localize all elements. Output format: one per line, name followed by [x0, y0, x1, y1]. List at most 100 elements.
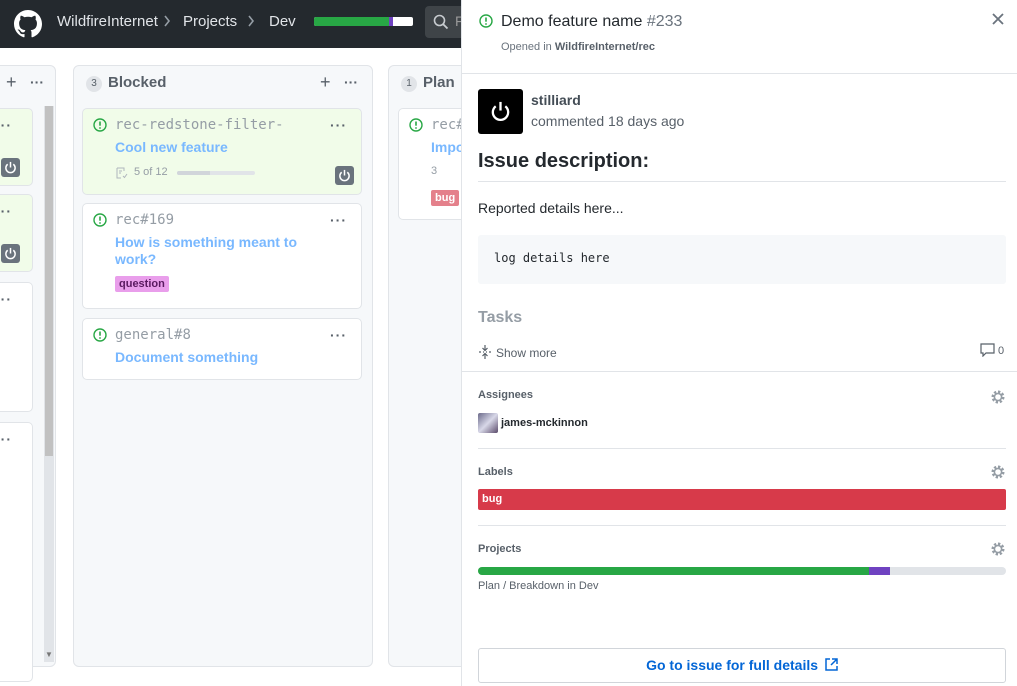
- description-text: Reported details here...: [478, 200, 624, 216]
- close-button[interactable]: [992, 12, 1004, 30]
- code-block: log details here: [478, 235, 1006, 284]
- issue-number: #169: [140, 212, 175, 228]
- project-column: Plan / Breakdown in Dev: [478, 580, 599, 592]
- repo-name: rec-redstone-filter-: [115, 117, 284, 133]
- card-menu-button[interactable]: ···: [330, 212, 347, 228]
- progress-done-segment: [478, 567, 869, 575]
- open-issue-icon: [93, 118, 107, 132]
- external-link-icon: [825, 658, 838, 671]
- task-progress-fill: [177, 171, 210, 175]
- comment-icon: [980, 343, 995, 358]
- card[interactable]: rec-redstone-filter- ··· Cool new featur…: [82, 108, 362, 195]
- label-bug[interactable]: bug: [478, 489, 1006, 510]
- card[interactable]: ···: [0, 422, 33, 682]
- column-title: Blocked: [108, 74, 167, 91]
- add-card-button[interactable]: +: [320, 73, 331, 91]
- progress-done-segment: [314, 17, 390, 26]
- gear-icon[interactable]: [990, 541, 1006, 557]
- scrollbar-thumb[interactable]: [45, 106, 53, 456]
- search-icon: [433, 14, 449, 30]
- divider: [462, 371, 1017, 372]
- gear-icon[interactable]: [990, 389, 1006, 405]
- open-issue-icon: [409, 118, 423, 132]
- assignees-heading: Assignees: [478, 389, 534, 401]
- progress-in-progress-segment: [868, 567, 890, 575]
- assignee-name: james-mckinnon: [501, 416, 588, 429]
- repo-link[interactable]: WildfireInternet/rec: [555, 41, 655, 53]
- task-count: 5 of 12: [134, 166, 168, 178]
- gear-icon[interactable]: [990, 464, 1006, 480]
- show-more-label: Show more: [496, 346, 557, 360]
- chevron-right-icon: [248, 15, 255, 27]
- column-header: 3 Blocked: [86, 74, 166, 92]
- label-bug[interactable]: bug: [431, 190, 460, 206]
- progress-in-progress-segment: [389, 17, 394, 26]
- go-to-issue-button[interactable]: Go to issue for full details: [478, 648, 1006, 683]
- issue-number: #8: [174, 327, 191, 343]
- column-title: Plan: [423, 74, 455, 91]
- issue-title[interactable]: How is something meant to work?: [115, 234, 325, 268]
- breadcrumb-project[interactable]: Dev: [269, 13, 296, 30]
- card[interactable]: rec#169 ··· How is something meant to wo…: [82, 203, 362, 309]
- issue-location: Opened in WildfireInternet/rec: [501, 41, 655, 53]
- card-menu-button[interactable]: ···: [330, 327, 347, 343]
- repo-name: general: [115, 327, 175, 343]
- go-to-issue-label: Go to issue for full details: [646, 657, 819, 673]
- divider: [478, 448, 1006, 449]
- github-logo-icon[interactable]: [14, 10, 42, 38]
- column-count: 3: [86, 76, 102, 92]
- avatar[interactable]: [478, 89, 523, 134]
- column-menu-button[interactable]: ···: [30, 74, 44, 90]
- breadcrumb-projects[interactable]: Projects: [183, 13, 237, 30]
- card[interactable]: general#8 ··· Document something: [82, 318, 362, 380]
- card-menu-button[interactable]: ···: [0, 117, 12, 133]
- issue-detail-panel: Demo feature name #233 Opened in Wildfir…: [461, 0, 1017, 686]
- issue-reference: rec#169: [115, 212, 174, 228]
- app-window: WildfireInternet Projects Dev F + ··· ··…: [0, 0, 1017, 686]
- labels-heading: Labels: [478, 466, 513, 478]
- issue-reference: rec-redstone-filter-: [115, 117, 284, 133]
- task-count: 3: [431, 165, 438, 177]
- card-menu-button[interactable]: ···: [0, 203, 12, 219]
- card[interactable]: ···: [0, 108, 33, 186]
- scroll-down-icon[interactable]: ▼: [45, 650, 53, 659]
- open-issue-icon: [93, 213, 107, 227]
- opened-in-label: Opened in: [501, 41, 552, 53]
- board-column: + ··· ··· ··· ··· ··· ▼: [0, 65, 56, 682]
- label-question[interactable]: question: [115, 276, 169, 292]
- close-icon: [992, 13, 1004, 25]
- column-count: 1: [401, 76, 417, 92]
- divider: [462, 73, 1017, 74]
- scrollbar-track[interactable]: ▼: [44, 106, 54, 662]
- repo-name: rec: [115, 212, 141, 228]
- tasks-heading: Tasks: [478, 309, 523, 326]
- column-menu-button[interactable]: ···: [344, 74, 358, 90]
- issue-title[interactable]: Document something: [115, 349, 325, 366]
- card[interactable]: ···: [0, 194, 33, 272]
- assignee[interactable]: james-mckinnon: [478, 413, 588, 433]
- card-menu-button[interactable]: ···: [0, 431, 12, 447]
- issue-title-text: Demo feature name: [501, 13, 643, 30]
- card[interactable]: ···: [0, 282, 33, 412]
- board-column-blocked: 3 Blocked + ··· rec-redstone-filter- ··· …: [73, 65, 373, 667]
- issue-reference: rec#: [431, 117, 465, 133]
- unfold-icon: [479, 345, 491, 359]
- card-menu-button[interactable]: ···: [0, 291, 12, 307]
- avatar: [1, 244, 20, 263]
- issue-reference: general#8: [115, 327, 191, 343]
- column-header: 1 Plan: [401, 74, 455, 92]
- issue-title[interactable]: Cool new feature: [115, 139, 325, 156]
- avatar: [478, 413, 498, 433]
- divider: [478, 525, 1006, 526]
- breadcrumb-org[interactable]: WildfireInternet: [57, 13, 158, 30]
- description-heading: Issue description:: [478, 150, 650, 172]
- issue-number: #233: [646, 13, 683, 30]
- add-card-button[interactable]: +: [6, 73, 17, 91]
- comment-count: 0: [980, 343, 1004, 358]
- task-list-icon: [116, 167, 128, 179]
- comment-author[interactable]: stilliard: [531, 92, 581, 108]
- chevron-right-icon: [164, 15, 171, 27]
- card-menu-button[interactable]: ···: [330, 117, 347, 133]
- divider: [478, 181, 1006, 182]
- show-more-button[interactable]: Show more: [478, 345, 557, 360]
